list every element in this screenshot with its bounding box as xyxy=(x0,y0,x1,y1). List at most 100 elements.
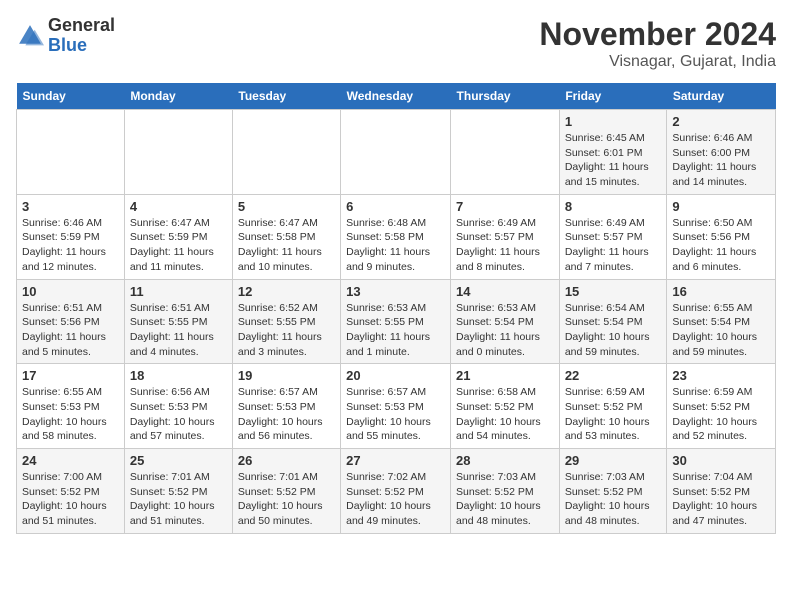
calendar-cell: 29 Sunrise: 7:03 AM Sunset: 5:52 PM Dayli… xyxy=(559,449,667,534)
calendar-cell: 14 Sunrise: 6:53 AM Sunset: 5:54 PM Dayli… xyxy=(451,279,560,364)
calendar-cell: 23 Sunrise: 6:59 AM Sunset: 5:52 PM Dayli… xyxy=(667,364,776,449)
weekday-wednesday: Wednesday xyxy=(341,83,451,110)
day-info: Sunrise: 6:57 AM Sunset: 5:53 PM Dayligh… xyxy=(238,385,335,444)
day-info: Sunrise: 6:51 AM Sunset: 5:55 PM Dayligh… xyxy=(130,301,227,360)
calendar-cell: 19 Sunrise: 6:57 AM Sunset: 5:53 PM Dayli… xyxy=(232,364,340,449)
day-info: Sunrise: 7:03 AM Sunset: 5:52 PM Dayligh… xyxy=(456,470,554,529)
weekday-thursday: Thursday xyxy=(451,83,560,110)
calendar-cell: 30 Sunrise: 7:04 AM Sunset: 5:52 PM Dayli… xyxy=(667,449,776,534)
day-number: 22 xyxy=(565,368,662,383)
weekday-friday: Friday xyxy=(559,83,667,110)
weekday-tuesday: Tuesday xyxy=(232,83,340,110)
day-number: 17 xyxy=(22,368,119,383)
day-info: Sunrise: 6:58 AM Sunset: 5:52 PM Dayligh… xyxy=(456,385,554,444)
day-number: 24 xyxy=(22,453,119,468)
calendar-cell xyxy=(17,110,125,195)
calendar-cell: 12Sunrise: 6:52 AM Sunset: 5:55 PM Dayli… xyxy=(232,279,340,364)
calendar-cell: 1 Sunrise: 6:45 AM Sunset: 6:01 PM Daylig… xyxy=(559,110,667,195)
weekday-monday: Monday xyxy=(124,83,232,110)
day-number: 9 xyxy=(672,199,770,214)
logo: General Blue xyxy=(16,16,115,56)
logo-text: General Blue xyxy=(48,16,115,56)
logo-icon xyxy=(16,22,44,50)
calendar-cell: 4 Sunrise: 6:47 AM Sunset: 5:59 PM Daylig… xyxy=(124,194,232,279)
logo-general: General xyxy=(48,15,115,35)
day-number: 5 xyxy=(238,199,335,214)
day-info: Sunrise: 6:45 AM Sunset: 6:01 PM Dayligh… xyxy=(565,131,662,190)
day-info: Sunrise: 7:04 AM Sunset: 5:52 PM Dayligh… xyxy=(672,470,770,529)
day-info: Sunrise: 7:02 AM Sunset: 5:52 PM Dayligh… xyxy=(346,470,445,529)
calendar-cell: 5 Sunrise: 6:47 AM Sunset: 5:58 PM Daylig… xyxy=(232,194,340,279)
day-number: 6 xyxy=(346,199,445,214)
day-number: 28 xyxy=(456,453,554,468)
calendar-cell: 27Sunrise: 7:02 AM Sunset: 5:52 PM Dayli… xyxy=(341,449,451,534)
weekday-saturday: Saturday xyxy=(667,83,776,110)
logo-blue: Blue xyxy=(48,35,87,55)
calendar-cell xyxy=(124,110,232,195)
day-number: 21 xyxy=(456,368,554,383)
day-info: Sunrise: 6:52 AM Sunset: 5:55 PM Dayligh… xyxy=(238,301,335,360)
month-title: November 2024 xyxy=(539,16,776,53)
day-info: Sunrise: 6:54 AM Sunset: 5:54 PM Dayligh… xyxy=(565,301,662,360)
day-info: Sunrise: 6:51 AM Sunset: 5:56 PM Dayligh… xyxy=(22,301,119,360)
day-info: Sunrise: 6:53 AM Sunset: 5:54 PM Dayligh… xyxy=(456,301,554,360)
calendar-cell: 3 Sunrise: 6:46 AM Sunset: 5:59 PM Daylig… xyxy=(17,194,125,279)
calendar-cell: 21 Sunrise: 6:58 AM Sunset: 5:52 PM Dayli… xyxy=(451,364,560,449)
day-number: 15 xyxy=(565,284,662,299)
calendar-cell xyxy=(451,110,560,195)
day-number: 7 xyxy=(456,199,554,214)
day-info: Sunrise: 6:48 AM Sunset: 5:58 PM Dayligh… xyxy=(346,216,445,275)
day-info: Sunrise: 7:01 AM Sunset: 5:52 PM Dayligh… xyxy=(238,470,335,529)
day-number: 20 xyxy=(346,368,445,383)
day-info: Sunrise: 6:55 AM Sunset: 5:53 PM Dayligh… xyxy=(22,385,119,444)
calendar-cell: 22 Sunrise: 6:59 AM Sunset: 5:52 PM Dayli… xyxy=(559,364,667,449)
calendar-cell: 7 Sunrise: 6:49 AM Sunset: 5:57 PM Daylig… xyxy=(451,194,560,279)
day-number: 14 xyxy=(456,284,554,299)
day-number: 19 xyxy=(238,368,335,383)
day-number: 25 xyxy=(130,453,227,468)
day-number: 10 xyxy=(22,284,119,299)
day-number: 18 xyxy=(130,368,227,383)
day-number: 1 xyxy=(565,114,662,129)
day-number: 4 xyxy=(130,199,227,214)
calendar-cell: 17 Sunrise: 6:55 AM Sunset: 5:53 PM Dayli… xyxy=(17,364,125,449)
weekday-sunday: Sunday xyxy=(17,83,125,110)
day-info: Sunrise: 6:59 AM Sunset: 5:52 PM Dayligh… xyxy=(565,385,662,444)
day-info: Sunrise: 6:59 AM Sunset: 5:52 PM Dayligh… xyxy=(672,385,770,444)
day-info: Sunrise: 6:49 AM Sunset: 5:57 PM Dayligh… xyxy=(565,216,662,275)
calendar-cell: 11 Sunrise: 6:51 AM Sunset: 5:55 PM Dayli… xyxy=(124,279,232,364)
calendar-cell xyxy=(232,110,340,195)
day-info: Sunrise: 6:46 AM Sunset: 5:59 PM Dayligh… xyxy=(22,216,119,275)
calendar-week-5: 24 Sunrise: 7:00 AM Sunset: 5:52 PM Dayli… xyxy=(17,449,776,534)
day-info: Sunrise: 7:01 AM Sunset: 5:52 PM Dayligh… xyxy=(130,470,227,529)
day-info: Sunrise: 6:57 AM Sunset: 5:53 PM Dayligh… xyxy=(346,385,445,444)
day-number: 26 xyxy=(238,453,335,468)
day-info: Sunrise: 7:00 AM Sunset: 5:52 PM Dayligh… xyxy=(22,470,119,529)
day-number: 23 xyxy=(672,368,770,383)
calendar-cell: 8 Sunrise: 6:49 AM Sunset: 5:57 PM Daylig… xyxy=(559,194,667,279)
page-header: General Blue November 2024 Visnagar, Guj… xyxy=(16,16,776,71)
calendar-cell: 24 Sunrise: 7:00 AM Sunset: 5:52 PM Dayli… xyxy=(17,449,125,534)
calendar-cell: 15 Sunrise: 6:54 AM Sunset: 5:54 PM Dayli… xyxy=(559,279,667,364)
day-info: Sunrise: 6:47 AM Sunset: 5:59 PM Dayligh… xyxy=(130,216,227,275)
day-number: 3 xyxy=(22,199,119,214)
calendar-cell: 26 Sunrise: 7:01 AM Sunset: 5:52 PM Dayli… xyxy=(232,449,340,534)
calendar-week-2: 3 Sunrise: 6:46 AM Sunset: 5:59 PM Daylig… xyxy=(17,194,776,279)
day-info: Sunrise: 6:49 AM Sunset: 5:57 PM Dayligh… xyxy=(456,216,554,275)
day-info: Sunrise: 7:03 AM Sunset: 5:52 PM Dayligh… xyxy=(565,470,662,529)
calendar-cell: 9 Sunrise: 6:50 AM Sunset: 5:56 PM Daylig… xyxy=(667,194,776,279)
calendar-table: SundayMondayTuesdayWednesdayThursdayFrid… xyxy=(16,83,776,534)
calendar-week-1: 1 Sunrise: 6:45 AM Sunset: 6:01 PM Daylig… xyxy=(17,110,776,195)
calendar-week-3: 10 Sunrise: 6:51 AM Sunset: 5:56 PM Dayli… xyxy=(17,279,776,364)
day-info: Sunrise: 6:47 AM Sunset: 5:58 PM Dayligh… xyxy=(238,216,335,275)
day-number: 11 xyxy=(130,284,227,299)
day-number: 13 xyxy=(346,284,445,299)
day-number: 8 xyxy=(565,199,662,214)
day-number: 16 xyxy=(672,284,770,299)
day-number: 2 xyxy=(672,114,770,129)
day-info: Sunrise: 6:55 AM Sunset: 5:54 PM Dayligh… xyxy=(672,301,770,360)
day-number: 29 xyxy=(565,453,662,468)
day-number: 30 xyxy=(672,453,770,468)
day-info: Sunrise: 6:50 AM Sunset: 5:56 PM Dayligh… xyxy=(672,216,770,275)
calendar-cell: 6 Sunrise: 6:48 AM Sunset: 5:58 PM Daylig… xyxy=(341,194,451,279)
